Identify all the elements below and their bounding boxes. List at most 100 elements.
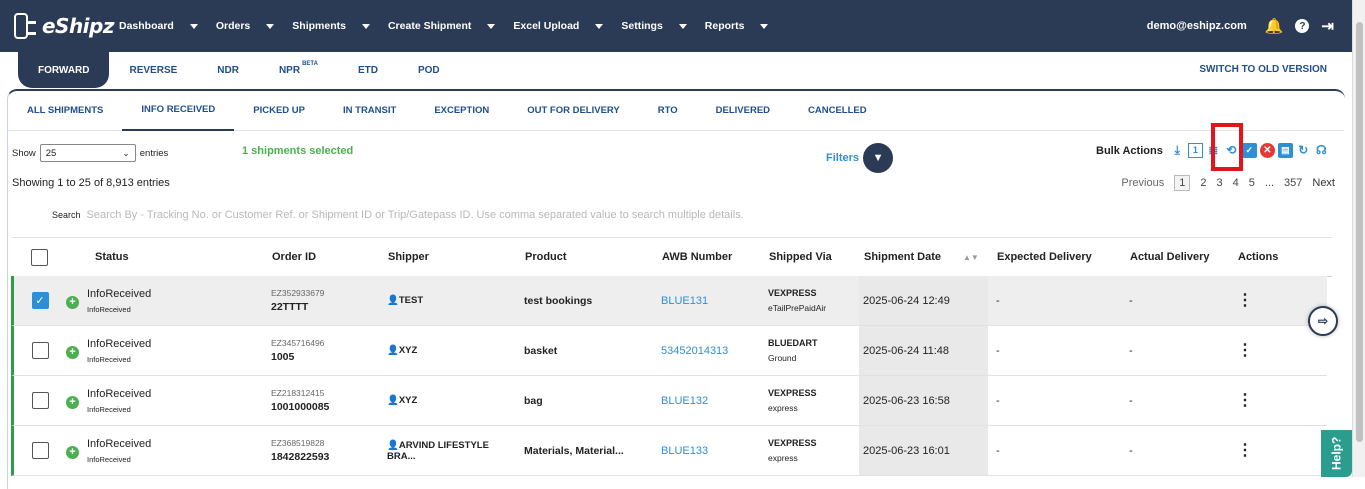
nav-excel-upload[interactable]: Excel Upload [513,20,621,32]
tab-picked-up[interactable]: PICKED UP [234,91,324,131]
shipped-via-cell: VEXPRESS eTailPrePaidAir [764,288,859,313]
shipment-date: 2025-06-24 11:48 [859,326,988,375]
carrier-service: express [768,403,798,413]
order-cell: EZ352933679 22TTTT [267,288,383,313]
nav-reports[interactable]: Reports [705,20,787,32]
logout-icon[interactable]: ⇥ [1321,17,1334,35]
bulk-actions-label: Bulk Actions [1096,144,1163,157]
kebab-menu-icon[interactable]: ⋮ [1237,292,1253,309]
awb-link[interactable]: BLUE132 [657,395,764,407]
expand-plus-icon[interactable]: + [66,446,79,459]
pagination-previous[interactable]: Previous [1121,177,1164,189]
row-select-cell: ✓ [14,292,66,309]
awb-link[interactable]: 53452014313 [657,345,764,357]
col-product: Product [525,251,567,263]
filters-label[interactable]: Filters [826,152,859,164]
tab-delivered[interactable]: DELIVERED [697,91,789,131]
sort-icon[interactable]: ▲▼ [963,253,979,262]
row-checkbox[interactable]: ✓ [31,292,49,309]
user-email[interactable]: demo@eshipz.com [1147,20,1247,32]
table-row[interactable]: + InfoReceived InfoReceived EZ345716496 100… [11,326,1327,376]
kebab-menu-icon[interactable]: ⋮ [1237,392,1253,409]
person-icon: 👤 [387,345,399,356]
tab-reverse[interactable]: REVERSE [109,52,197,88]
table-row[interactable]: + InfoReceived InfoReceived EZ368519828 184… [11,426,1327,476]
awb-link[interactable]: BLUE133 [657,445,764,457]
row-checkbox[interactable] [31,392,49,409]
awb-link[interactable]: BLUE131 [657,295,764,307]
scrollbar-thumb[interactable] [1356,22,1363,442]
col-actions: Actions [1238,251,1279,263]
tab-exception[interactable]: EXCEPTION [415,91,508,131]
nav-create-shipment[interactable]: Create Shipment [388,20,513,32]
table-row[interactable]: ✓ + InfoReceived InfoReceived EZ352933679 2… [11,276,1327,326]
label-print-icon[interactable]: 1 [1187,143,1203,158]
row-checkbox[interactable] [31,342,49,359]
person-icon: 👤 [387,395,399,406]
chevron-down-icon [189,23,198,29]
selection-count: 1 shipments selected [242,145,354,157]
expand-plus-icon[interactable]: + [66,396,79,409]
nav-label: Settings [621,20,663,32]
refresh-icon[interactable]: ↻ [1296,143,1311,158]
tab-out-for-delivery[interactable]: OUT FOR DELIVERY [508,91,639,131]
row-checkbox[interactable] [31,442,49,459]
page-3[interactable]: 3 [1216,177,1222,189]
carrier-service: eTailPrePaidAir [768,303,827,313]
kebab-menu-icon[interactable]: ⋮ [1237,342,1253,359]
tab-etd[interactable]: ETD [338,52,398,88]
nav-label: Dashboard [119,20,174,32]
clipboard-icon[interactable]: ▤ [1277,143,1293,158]
select-all-cell [12,248,67,266]
expand-plus-icon[interactable]: + [66,296,79,309]
status-text: InfoReceived [87,287,152,300]
tab-rto[interactable]: RTO [639,91,697,131]
entries-select[interactable]: 25 ⌄ [39,144,136,162]
expand-plus-icon[interactable]: + [66,346,79,359]
table-row[interactable]: + InfoReceived InfoReceived EZ218312415 100… [11,376,1327,426]
tab-ndr[interactable]: NDR [197,52,259,88]
tab-in-transit[interactable]: IN TRANSIT [324,91,415,131]
bell-icon[interactable]: 🔔 [1265,17,1284,35]
tab-all-shipments[interactable]: ALL SHIPMENTS [8,91,122,131]
page-357[interactable]: 357 [1284,177,1302,189]
tab-cancelled[interactable]: CANCELLED [789,91,886,131]
col-awb: AWB Number [662,251,733,263]
eshipz-logo[interactable]: eShipz [14,13,115,39]
check-list-icon[interactable]: ✓ [1241,143,1257,158]
nav-orders[interactable]: Orders [216,20,292,32]
filters-control[interactable]: Filters ▼ [826,143,894,173]
cancel-icon[interactable]: ✕ [1259,143,1275,158]
tab-pod[interactable]: POD [398,52,460,88]
download-icon[interactable]: ⤓ [1170,143,1185,158]
help-button[interactable]: Help? [1321,430,1352,477]
page-2[interactable]: 2 [1200,177,1206,189]
pagination-next[interactable]: Next [1312,177,1335,189]
kebab-menu-icon[interactable]: ⋮ [1237,442,1253,459]
filter-funnel-icon[interactable]: ▼ [863,143,894,173]
carrier-service: express [768,453,798,463]
nav-dashboard[interactable]: Dashboard [119,20,216,32]
page-4[interactable]: 4 [1233,177,1239,189]
expected-delivery: - [996,444,1000,457]
col-shipment-date[interactable]: Shipment Date ▲▼ [860,251,989,263]
tab-info-received[interactable]: INFO RECEIVED [122,91,235,131]
page-scrollbar[interactable] [1352,0,1365,477]
search-input[interactable]: Search By - Tracking No. or Customer Ref… [87,209,744,221]
switch-old-version-link[interactable]: SWITCH TO OLD VERSION [1199,64,1327,75]
support-icon[interactable]: ☊ [1314,143,1329,158]
chevron-down-icon [487,23,496,29]
shipped-via-cell: BLUEDART Ground [764,338,859,363]
page-1[interactable]: 1 [1174,175,1191,191]
nav-settings[interactable]: Settings [621,20,704,32]
status-subtext: InfoReceived [87,454,131,464]
package-widget-icon[interactable]: ⇨ [1308,306,1338,336]
help-icon[interactable]: ? [1295,19,1310,33]
select-all-checkbox[interactable] [31,248,48,266]
tab-forward[interactable]: FORWARD [18,52,110,88]
page-5[interactable]: 5 [1249,177,1255,189]
tab-npr[interactable]: NPR BETA [259,52,338,88]
nav-shipments[interactable]: Shipments [292,20,388,32]
col-label: Shipment Date [864,251,942,263]
row-actions-cell: ⋮ [1235,292,1295,309]
